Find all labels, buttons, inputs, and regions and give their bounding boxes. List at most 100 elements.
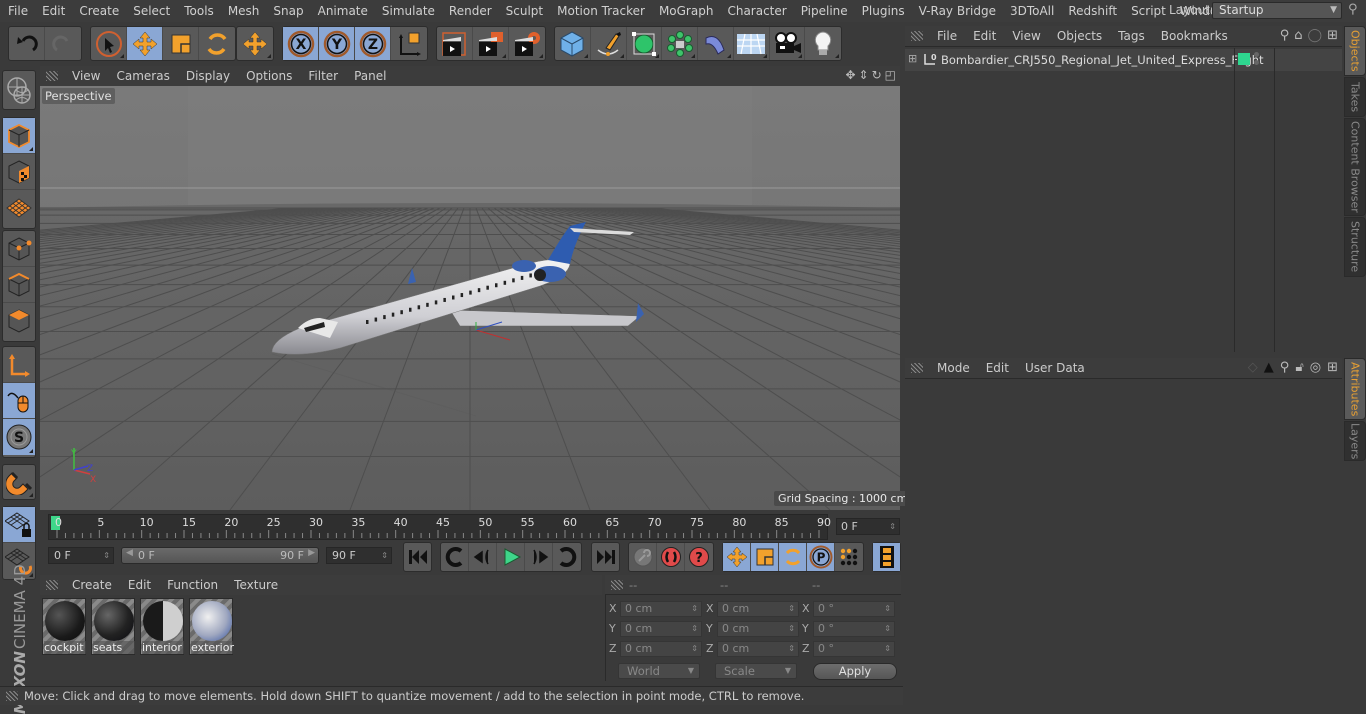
key-point-level-button[interactable]	[835, 543, 863, 571]
material-swatch[interactable]: seats	[91, 598, 135, 655]
menu-tools[interactable]: Tools	[177, 0, 221, 22]
recent-tool-button[interactable]	[237, 27, 273, 60]
toggle-layout-icon[interactable]: ◰	[885, 68, 896, 82]
menu-snap[interactable]: Snap	[266, 0, 310, 22]
panel-grip-icon[interactable]	[46, 580, 58, 590]
tab-structure[interactable]: Structure	[1344, 217, 1366, 277]
objects-menu-objects[interactable]: Objects	[1049, 29, 1110, 43]
menu-motion-tracker[interactable]: Motion Tracker	[550, 0, 652, 22]
tab-content-browser[interactable]: Content Browser	[1344, 118, 1366, 216]
render-settings-button[interactable]	[509, 27, 545, 60]
new-window-icon[interactable]: ⊞	[1327, 28, 1338, 43]
menu-sculpt[interactable]: Sculpt	[499, 0, 550, 22]
viewport-menu-panel[interactable]: Panel	[346, 69, 394, 83]
previous-frame-button[interactable]	[469, 543, 497, 571]
pen-spline-button[interactable]	[591, 27, 627, 60]
model-mode-button[interactable]	[3, 118, 35, 154]
light-button[interactable]	[805, 27, 841, 60]
render-visibility-dot[interactable]	[1254, 60, 1259, 65]
points-mode-button[interactable]	[3, 231, 35, 267]
rotate-view-icon[interactable]: ↻	[872, 68, 882, 82]
cloner-button[interactable]	[662, 27, 698, 60]
cube-button[interactable]	[555, 27, 591, 60]
menu-script[interactable]: Script	[1124, 0, 1173, 22]
attributes-menu-edit[interactable]: Edit	[978, 361, 1017, 375]
objects-menu-file[interactable]: File	[929, 29, 965, 43]
attributes-menu-mode[interactable]: Mode	[929, 361, 978, 375]
x-axis-button[interactable]: X	[283, 27, 319, 60]
spinner-arrows-icon[interactable]: ⇕	[788, 642, 795, 656]
spinner-arrows-icon[interactable]: ⇕	[691, 642, 698, 656]
menu-pipeline[interactable]: Pipeline	[794, 0, 855, 22]
spinner-arrows-icon[interactable]: ⇕	[884, 602, 891, 616]
next-frame-button[interactable]	[525, 543, 553, 571]
spinner-arrows-icon[interactable]: ⇕	[788, 602, 795, 616]
expand-icon[interactable]: ⊞	[908, 52, 917, 65]
editor-visibility-dot[interactable]	[1254, 52, 1259, 57]
menu-3dtoall[interactable]: 3DToAll	[1003, 0, 1061, 22]
render-picture-viewer-button[interactable]	[473, 27, 509, 60]
axis-mode-button[interactable]	[3, 347, 35, 383]
spinner-arrows-icon[interactable]: ⇕	[691, 602, 698, 616]
move-button[interactable]	[127, 27, 163, 60]
key-parameter-button[interactable]: P	[807, 543, 835, 571]
spinner-arrows-icon[interactable]: ⇕	[691, 622, 698, 636]
layout-select[interactable]: Startup ▼	[1212, 2, 1342, 19]
zoom-view-icon[interactable]: ⇕	[859, 68, 869, 82]
preview-range-slider[interactable]: ◀ 0 F 90 F ▶	[121, 547, 319, 564]
size-y-field[interactable]: 0 cm ⇕	[717, 621, 799, 637]
tab-attributes[interactable]: Attributes	[1344, 358, 1366, 420]
key-position-button[interactable]	[723, 543, 751, 571]
target-icon[interactable]: ◎	[1310, 360, 1321, 375]
size-x-field[interactable]: 0 cm ⇕	[717, 601, 799, 617]
make-editable-button[interactable]	[3, 71, 35, 109]
tab-takes[interactable]: Takes	[1344, 77, 1366, 117]
redo-button[interactable]	[45, 27, 81, 60]
tab-objects[interactable]: Objects	[1344, 26, 1366, 76]
perspective-viewport[interactable]: Y Z X	[40, 86, 900, 510]
range-left-arrow-icon[interactable]: ◀	[126, 548, 133, 558]
texture-mode-button[interactable]	[3, 154, 35, 190]
material-menu-edit[interactable]: Edit	[120, 578, 159, 592]
menu-mograph[interactable]: MoGraph	[652, 0, 721, 22]
coordinate-mode-dropdown[interactable]: World ▼	[618, 663, 700, 679]
menu-file[interactable]: File	[0, 0, 35, 22]
edges-mode-button[interactable]	[3, 267, 35, 303]
panel-grip-icon[interactable]	[611, 580, 623, 590]
scale-button[interactable]	[163, 27, 199, 60]
rotation-y-field[interactable]: 0 ° ⇕	[813, 621, 895, 637]
start-frame-field[interactable]: 0 F ⇕	[48, 547, 114, 564]
material-menu-texture[interactable]: Texture	[226, 578, 286, 592]
range-right-arrow-icon[interactable]: ▶	[308, 548, 315, 558]
menu-character[interactable]: Character	[720, 0, 793, 22]
viewport-menu-filter[interactable]: Filter	[300, 69, 346, 83]
size-z-field[interactable]: 0 cm ⇕	[717, 641, 799, 657]
menu-animate[interactable]: Animate	[311, 0, 375, 22]
timeline-ruler[interactable]: 0 5 10 15 20 25 30 35 40 45 50 55 60 65 70 75 80 85 90	[48, 514, 831, 540]
new-window-icon[interactable]: ⊞	[1327, 360, 1338, 375]
search-icon[interactable]: ⚲	[1280, 28, 1290, 43]
snap-button[interactable]	[3, 465, 35, 499]
play-button[interactable]	[497, 543, 525, 571]
size-mode-dropdown[interactable]: Scale ▼	[715, 663, 797, 679]
next-key-button[interactable]	[553, 543, 581, 571]
tab-layers[interactable]: Layers	[1344, 421, 1366, 461]
spinner-arrows-icon[interactable]: ⇕	[103, 548, 110, 563]
panel-grip-icon[interactable]	[46, 71, 58, 81]
viewport-menu-display[interactable]: Display	[178, 69, 238, 83]
viewport-menu-cameras[interactable]: Cameras	[108, 69, 177, 83]
menu-render[interactable]: Render	[442, 0, 499, 22]
material-menu-create[interactable]: Create	[64, 578, 120, 592]
workplane-mode-button[interactable]	[3, 190, 35, 226]
position-y-field[interactable]: 0 cm ⇕	[620, 621, 702, 637]
floor-button[interactable]	[734, 27, 770, 60]
z-axis-button[interactable]: Z	[355, 27, 391, 60]
material-menu-function[interactable]: Function	[159, 578, 226, 592]
autokeying-button[interactable]: ?	[685, 543, 713, 571]
up-arrow-icon[interactable]: ▲	[1264, 360, 1274, 375]
pan-view-icon[interactable]: ✥	[845, 68, 855, 82]
position-z-field[interactable]: 0 cm ⇕	[620, 641, 702, 657]
menu-simulate[interactable]: Simulate	[375, 0, 442, 22]
menu-edit[interactable]: Edit	[35, 0, 72, 22]
rotate-button[interactable]	[199, 27, 235, 60]
